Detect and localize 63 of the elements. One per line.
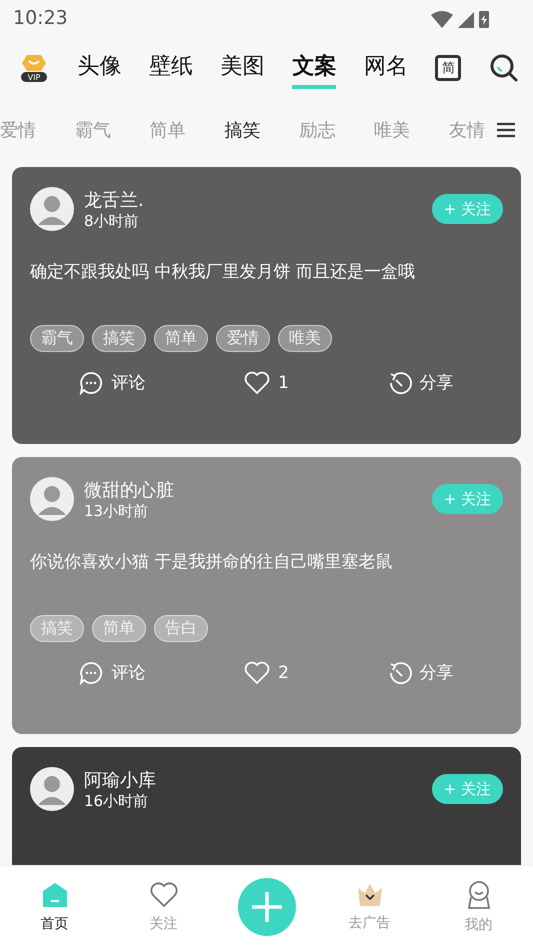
post-tag[interactable]: 简单 — [154, 324, 208, 352]
post-text: 你说你喜欢小猫 于是我拼命的往自己嘴里塞老鼠 — [30, 551, 394, 574]
category-tab[interactable]: 网名 — [364, 47, 408, 89]
post-time: 16小时前 — [84, 792, 150, 810]
tag-tab[interactable]: 霸气 — [74, 114, 111, 146]
avatar[interactable] — [30, 767, 74, 811]
category-tab[interactable]: 文案 — [292, 47, 336, 89]
heart-icon — [244, 370, 270, 395]
author-name[interactable]: 龙舌兰. — [84, 188, 422, 212]
comment-button[interactable]: 评论 — [73, 660, 152, 686]
avatar[interactable] — [30, 187, 74, 231]
battery-icon — [479, 10, 489, 28]
like-button[interactable]: 1 — [238, 370, 295, 396]
follow-button[interactable]: + 关注 — [432, 194, 503, 224]
category-tab[interactable]: 头像 — [78, 47, 122, 89]
post-tag[interactable]: 搞笑 — [92, 324, 146, 352]
crown-icon — [356, 882, 384, 908]
nav-tab[interactable]: 关注 — [128, 880, 198, 934]
author-name[interactable]: 微甜的心脏 — [84, 478, 422, 502]
post-tag[interactable]: 搞笑 — [30, 614, 84, 642]
post-time: 8小时前 — [84, 212, 140, 230]
author-name[interactable]: 阿瑜小库 — [84, 768, 422, 792]
share-icon — [388, 370, 412, 395]
comment-icon — [79, 370, 104, 395]
heart-icon — [244, 660, 270, 685]
home-icon — [40, 881, 68, 909]
signal-icon — [458, 12, 474, 28]
search-icon[interactable] — [488, 53, 519, 83]
wifi-icon — [431, 8, 453, 28]
heart-icon — [148, 881, 178, 909]
post-card[interactable]: 龙舌兰. 8小时前 + 关注 确定不跟我处吗 中秋我厂里发月饼 而且还是一盒哦 霸气 搞笑 简单 爱情 唯美 评论 1 分享 — [12, 167, 521, 444]
tag-tab[interactable]: 友情 — [448, 114, 485, 146]
plus-icon — [250, 890, 284, 924]
post-card[interactable]: 微甜的心脏 13小时前 + 关注 你说你喜欢小猫 于是我拼命的往自己嘴里塞老鼠 搞笑 简单 告白 评论 2 分享 — [12, 457, 521, 734]
post-text: 确定不跟我处吗 中秋我厂里发月饼 而且还是一盒哦 — [30, 261, 416, 284]
post-tag[interactable]: 霸气 — [30, 324, 84, 352]
category-tab[interactable]: 壁纸 — [149, 47, 194, 89]
post-card[interactable]: 阿瑜小库 16小时前 + 关注 — [12, 747, 521, 865]
post-time: 13小时前 — [84, 502, 150, 520]
status-time: 10:23 — [13, 7, 68, 29]
tag-tab[interactable]: 简单 — [150, 114, 186, 146]
nav-tab[interactable]: 首页 — [20, 880, 90, 934]
follow-button[interactable]: + 关注 — [432, 774, 503, 804]
post-tag[interactable]: 简单 — [92, 614, 146, 642]
post-tag[interactable]: 告白 — [154, 614, 208, 642]
tag-tab[interactable]: 励志 — [299, 114, 336, 146]
category-tab[interactable]: 美图 — [220, 47, 265, 89]
menu-icon[interactable] — [497, 122, 515, 138]
follow-button[interactable]: + 关注 — [432, 484, 503, 514]
tag-tab[interactable]: 搞笑 — [224, 114, 260, 146]
share-button[interactable]: 分享 — [382, 370, 460, 396]
comment-icon — [79, 660, 104, 685]
share-icon — [388, 660, 412, 685]
post-tag[interactable]: 爱情 — [216, 324, 270, 352]
nav-tab[interactable]: 我的 — [444, 879, 514, 935]
share-button[interactable]: 分享 — [382, 660, 460, 686]
simplified-chinese-button[interactable]: 简 — [435, 55, 462, 81]
comment-button[interactable]: 评论 — [73, 370, 152, 396]
like-button[interactable]: 2 — [238, 660, 295, 686]
tag-tab[interactable]: 爱情 — [0, 114, 36, 146]
tag-tab[interactable]: 唯美 — [374, 114, 410, 146]
nav-tab[interactable]: 去广告 — [334, 881, 404, 933]
post-tag[interactable]: 唯美 — [278, 324, 332, 352]
